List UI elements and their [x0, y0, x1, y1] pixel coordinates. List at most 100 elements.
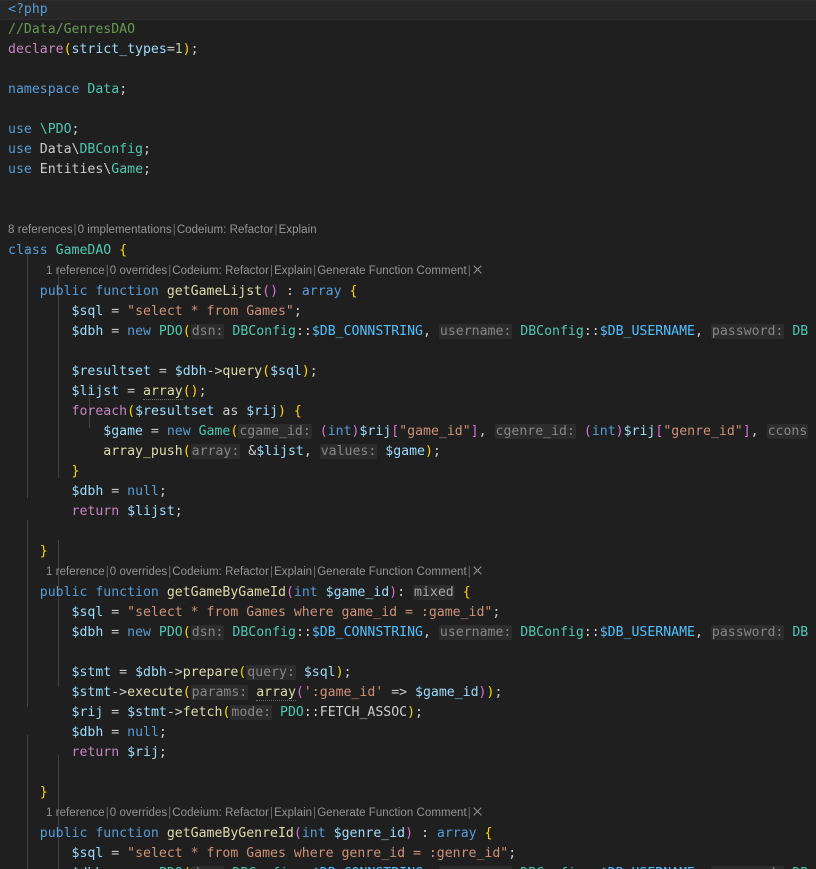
code-line-close-method1[interactable]: } — [0, 542, 816, 562]
code-line-return-lijst[interactable]: return $lijst; — [0, 502, 816, 522]
int-keyword: int — [591, 424, 616, 439]
code-line-pdo-construct[interactable]: $dbh = new PDO(dsn: DBConfig::$DB_CONNST… — [0, 864, 816, 869]
code-line-sql-assign[interactable]: $sql = "select * from Games"; — [0, 302, 816, 322]
code-line-comment[interactable]: //Data/GenresDAO — [0, 20, 816, 40]
code-line-pdo-construct[interactable]: $dbh = new PDO(dsn: DBConfig::$DB_CONNST… — [0, 623, 816, 643]
close-icon[interactable] — [472, 806, 483, 817]
close-icon[interactable] — [472, 264, 483, 275]
code-line-namespace[interactable]: namespace Data; — [0, 80, 816, 100]
param-game-id: $game_id — [325, 585, 390, 600]
function-keyword: function — [95, 284, 159, 299]
code-line-dbh-null[interactable]: $dbh = null; — [0, 482, 816, 502]
arrow: -> — [111, 685, 128, 700]
password-arg-clipped: DB — [792, 625, 809, 640]
int-keyword: int — [327, 424, 352, 439]
arrow: -> — [166, 705, 183, 720]
rij-variable: $rij — [623, 424, 656, 439]
code-line-sql-assign[interactable]: $sql = "select * from Games where game_i… — [0, 603, 816, 623]
dbh-variable: $dbh — [71, 324, 104, 339]
prepare-method: prepare — [182, 665, 239, 680]
code-line-method-getgamebygenreid[interactable]: public function getGameByGenreId(int $ge… — [0, 824, 816, 844]
code-line-fetch[interactable]: $rij = $stmt->fetch(mode: PDO::FETCH_ASS… — [0, 703, 816, 723]
open-paren: ( — [182, 444, 191, 459]
codelens-codeium-refactor[interactable]: Codeium: Refactor — [172, 566, 269, 578]
code-line-sql-assign[interactable]: $sql = "select * from Games where genre_… — [0, 844, 816, 864]
resultset-variable: $resultset — [135, 404, 215, 419]
return-keyword: return — [71, 745, 120, 760]
class-open-brace: { — [119, 243, 128, 258]
codelens-generate-function-comment[interactable]: Generate Function Comment — [317, 566, 467, 578]
code-line-execute[interactable]: $stmt->execute(params: array(':game_id' … — [0, 683, 816, 703]
codelens-codeium-refactor[interactable]: Codeium: Refactor — [177, 224, 274, 236]
code-line-use-dbconfig[interactable]: use Data\DBConfig; — [0, 140, 816, 160]
codelens-method-getgamelijst[interactable]: 1 reference|0 overrides|Codeium: Refacto… — [0, 261, 816, 282]
codelens-references[interactable]: 1 reference — [46, 265, 105, 277]
codelens-overrides[interactable]: 0 overrides — [110, 566, 167, 578]
close-icon[interactable] — [472, 565, 483, 576]
sql-variable: $sql — [71, 304, 104, 319]
code-line-lijst-init[interactable]: $lijst = array(); — [0, 382, 816, 402]
codelens-explain[interactable]: Explain — [274, 265, 312, 277]
codelens-codeium-refactor[interactable]: Codeium: Refactor — [172, 807, 269, 819]
code-line-class-declaration[interactable]: class GameDAO { — [0, 241, 816, 261]
codelens-explain[interactable]: Explain — [274, 807, 312, 819]
codelens-references[interactable]: 8 references — [8, 224, 73, 236]
codelens-codeium-refactor[interactable]: Codeium: Refactor — [172, 265, 269, 277]
semicolon: ; — [158, 484, 167, 499]
code-line-foreach[interactable]: foreach($resultset as $rij) { — [0, 402, 816, 422]
open-paren: ( — [295, 685, 304, 700]
codelens-generate-function-comment[interactable]: Generate Function Comment — [317, 265, 467, 277]
code-line-method-getgamelijst[interactable]: public function getGameLijst() : array { — [0, 282, 816, 302]
code-editor[interactable]: <?php //Data/GenresDAO declare(strict_ty… — [0, 0, 816, 869]
equals: = — [103, 625, 128, 640]
open-paren: ( — [293, 826, 302, 841]
code-line-prepare[interactable]: $stmt = $dbh->prepare(query: $sql); — [0, 663, 816, 683]
comma: , — [478, 424, 495, 439]
code-line-pdo-construct[interactable]: $dbh = new PDO(dsn: DBConfig::$DB_CONNST… — [0, 322, 816, 342]
code-line-query[interactable]: $resultset = $dbh->query($sql); — [0, 362, 816, 382]
code-line-game-construct[interactable]: $game = new Game(cgame_id: (int)$rij["ga… — [0, 422, 816, 442]
codelens-method-getgamebygenreid[interactable]: 1 reference|0 overrides|Codeium: Refacto… — [0, 803, 816, 824]
close-paren: ) — [278, 404, 286, 419]
param-hint-ccons-clipped: ccons — [766, 424, 809, 439]
code-line-return-rij[interactable]: return $rij; — [0, 743, 816, 763]
code-line-method-getgamebygameid[interactable]: public function getGameByGameId(int $gam… — [0, 583, 816, 603]
code-line-dbh-null[interactable]: $dbh = null; — [0, 723, 816, 743]
code-line-use-pdo[interactable]: use \PDO; — [0, 120, 816, 140]
int-cast: ( — [319, 424, 328, 439]
codelens-method-getgamebygameid[interactable]: 1 reference|0 overrides|Codeium: Refacto… — [0, 562, 816, 583]
pdo-class: PDO — [158, 625, 183, 640]
codelens-references[interactable]: 1 reference — [46, 807, 105, 819]
codelens-implementations[interactable]: 0 implementations — [78, 224, 172, 236]
method-open-brace: { — [341, 284, 358, 299]
game-class: Game — [198, 424, 231, 439]
code-line-declare[interactable]: declare(strict_types=1); — [0, 40, 816, 60]
equals: = — [103, 846, 128, 861]
codelens-class[interactable]: 8 references|0 implementations|Codeium: … — [0, 220, 816, 241]
codelens-explain[interactable]: Explain — [279, 224, 317, 236]
code-line-php-open[interactable]: <?php — [0, 0, 816, 20]
param-hint-password: password: — [710, 625, 785, 640]
codelens-overrides[interactable]: 0 overrides — [110, 265, 167, 277]
code-line-close-foreach[interactable]: } — [0, 462, 816, 482]
code-line-array-push[interactable]: array_push(array: &$lijst, values: $game… — [0, 442, 816, 462]
codelens-generate-function-comment[interactable]: Generate Function Comment — [317, 807, 467, 819]
open-brace: { — [454, 585, 471, 600]
pdo-class: PDO — [158, 324, 183, 339]
scope-res: :: — [295, 625, 312, 640]
namespace-name: Data — [87, 82, 120, 97]
codelens-references[interactable]: 1 reference — [46, 566, 105, 578]
param-hint-dsn: dsn: — [190, 324, 225, 339]
codelens-overrides[interactable]: 0 overrides — [110, 807, 167, 819]
codelens-explain[interactable]: Explain — [274, 566, 312, 578]
code-line-close-method2[interactable]: } — [0, 783, 816, 803]
code-line-use-game[interactable]: use Entities\Game; — [0, 160, 816, 180]
